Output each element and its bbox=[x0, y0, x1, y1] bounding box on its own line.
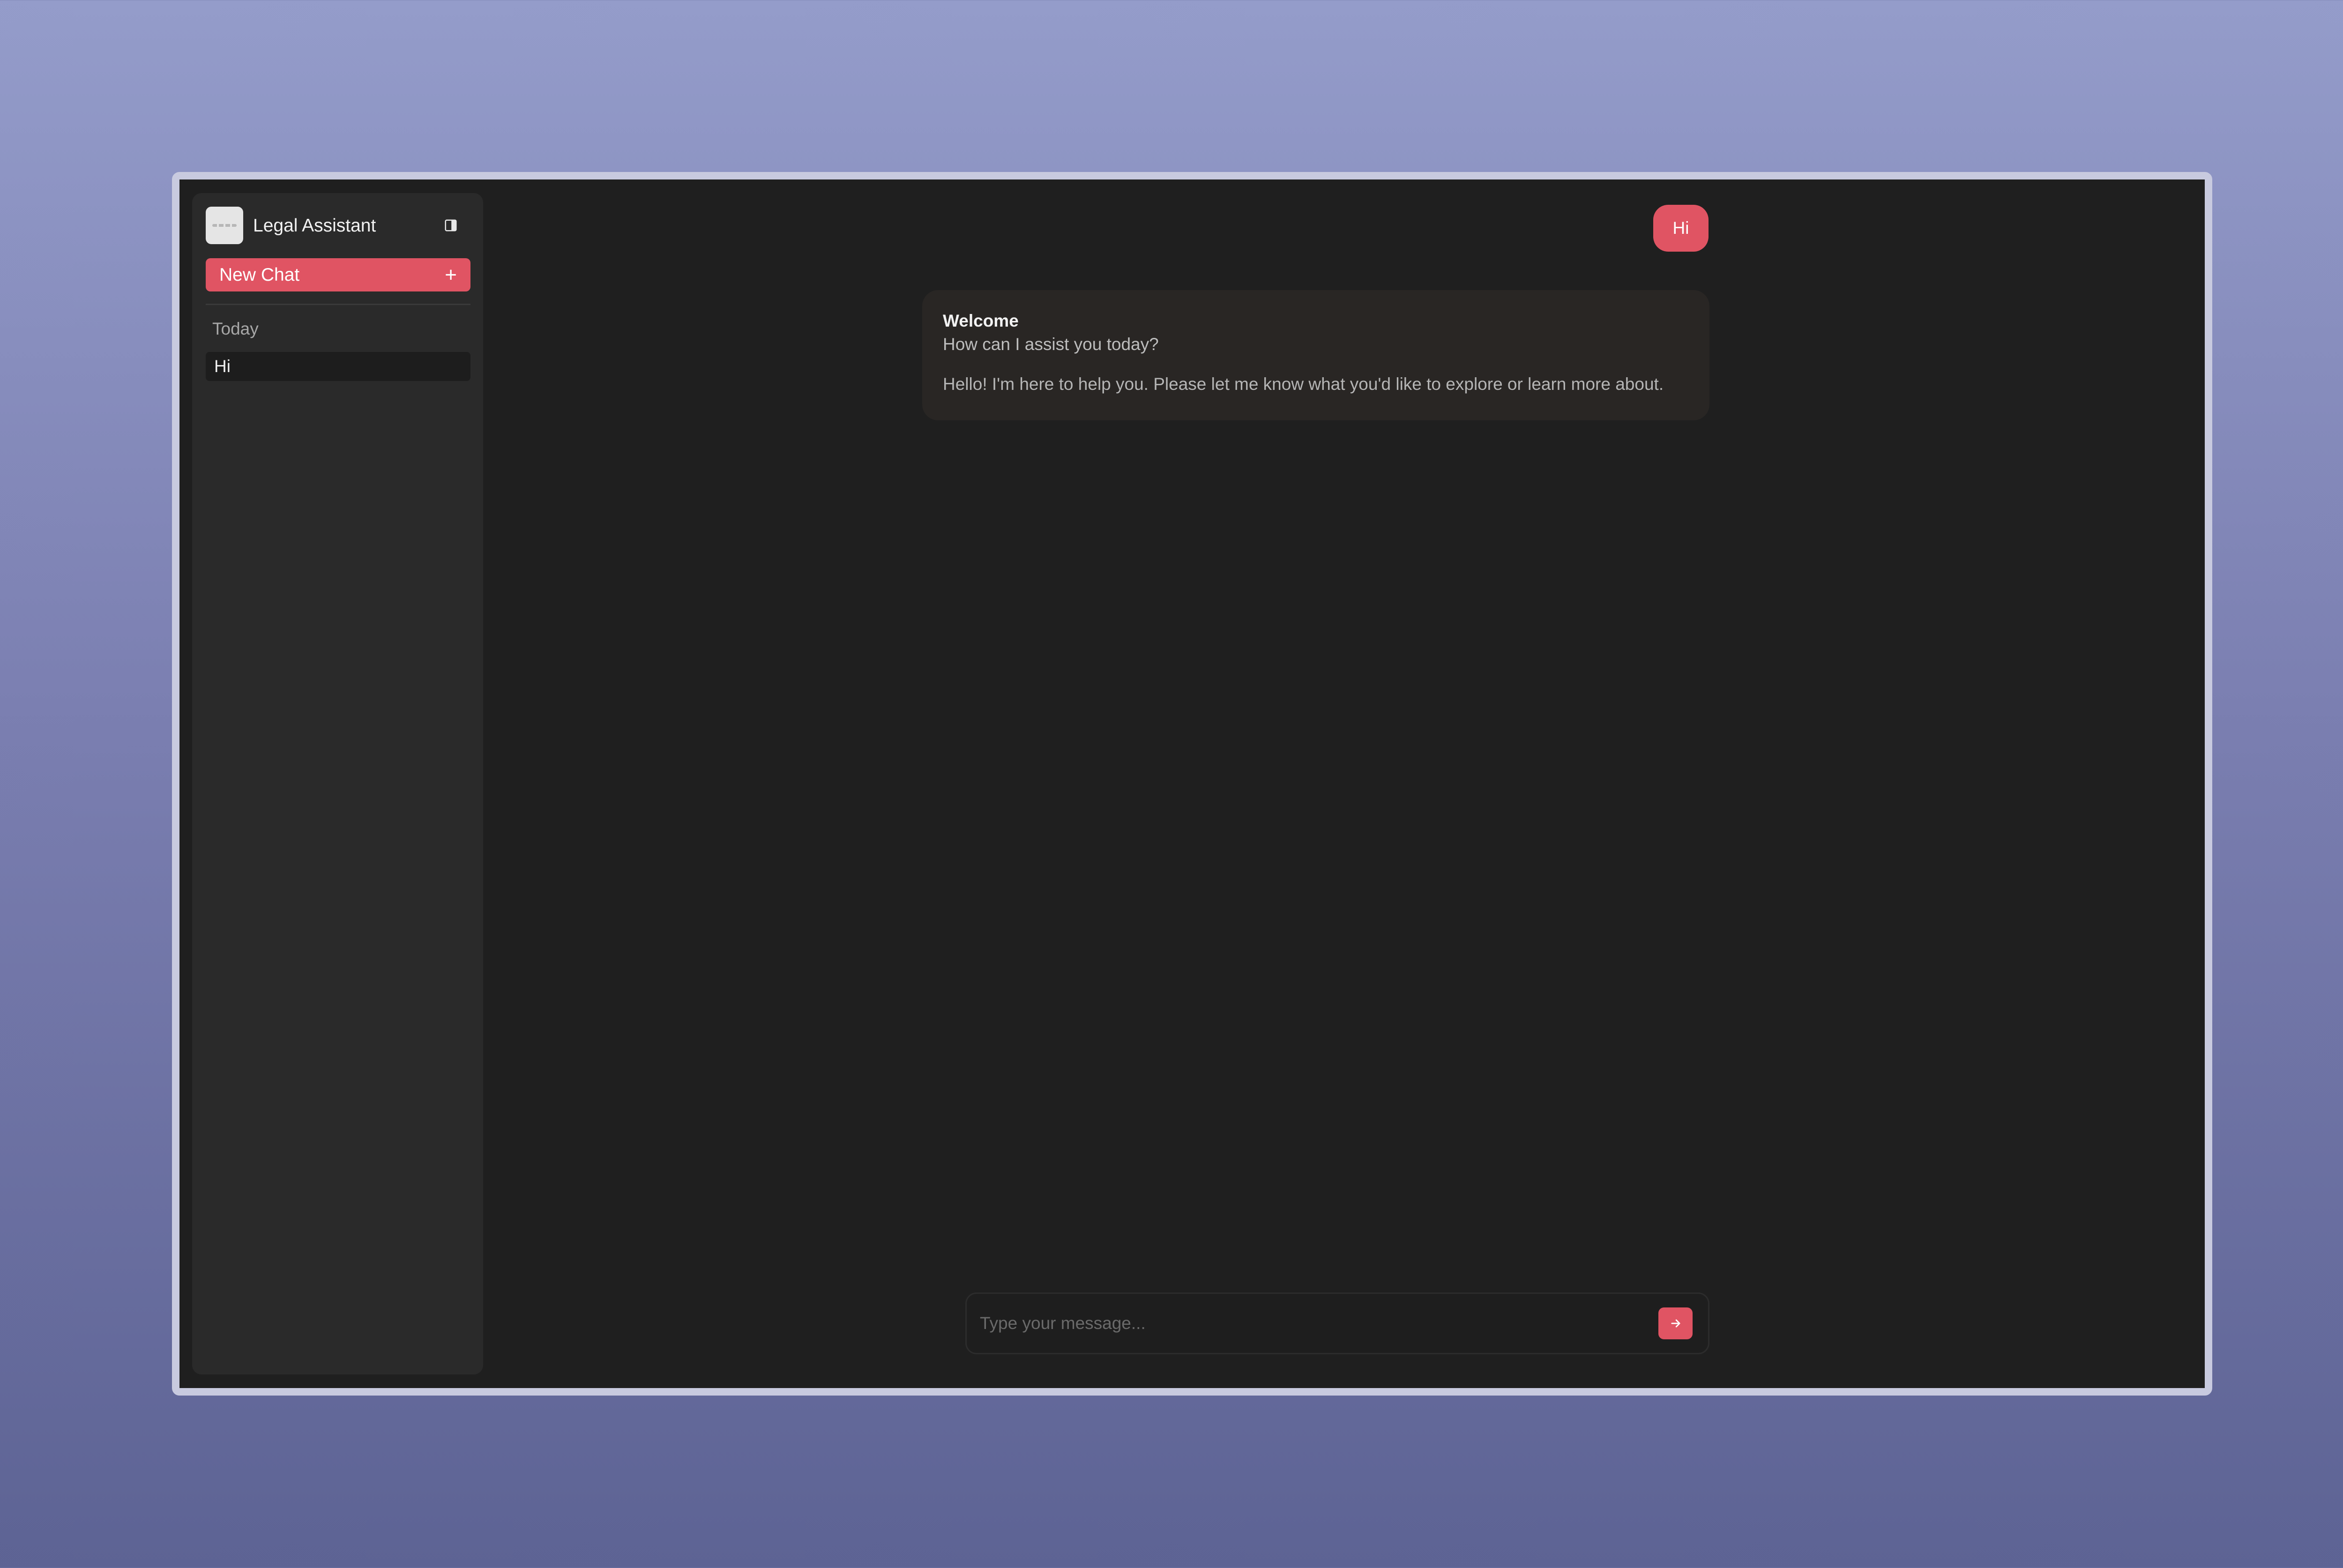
app-logo bbox=[206, 207, 243, 244]
assistant-welcome-card: Welcome How can I assist you today? Hell… bbox=[922, 290, 1709, 420]
welcome-title: Welcome bbox=[943, 311, 1019, 330]
new-chat-label: New Chat bbox=[219, 265, 300, 285]
new-chat-button[interactable]: New Chat + bbox=[206, 258, 470, 291]
sidebar-divider bbox=[206, 304, 470, 305]
sidebar: Legal Assistant New Chat + Today Hi bbox=[192, 193, 483, 1374]
logo-mark bbox=[212, 224, 237, 227]
history-item[interactable]: Hi bbox=[206, 352, 470, 381]
message-input[interactable] bbox=[980, 1294, 1627, 1353]
sidebar-toggle-icon bbox=[445, 219, 457, 231]
message-composer bbox=[965, 1292, 1709, 1354]
welcome-subtitle: How can I assist you today? bbox=[943, 335, 1159, 354]
history-section-label: Today bbox=[212, 319, 259, 338]
history-item-label: Hi bbox=[214, 357, 231, 376]
send-button[interactable] bbox=[1658, 1307, 1693, 1339]
app-window: Legal Assistant New Chat + Today Hi Hi W… bbox=[172, 172, 2212, 1396]
sidebar-toggle-button[interactable] bbox=[441, 216, 460, 235]
user-message-text: Hi bbox=[1672, 218, 1689, 238]
assistant-message: Hello! I'm here to help you. Please let … bbox=[943, 374, 1664, 394]
user-message-bubble: Hi bbox=[1653, 205, 1709, 252]
app-title: Legal Assistant bbox=[253, 216, 376, 236]
plus-icon: + bbox=[445, 263, 457, 286]
arrow-right-icon bbox=[1671, 1319, 1680, 1328]
